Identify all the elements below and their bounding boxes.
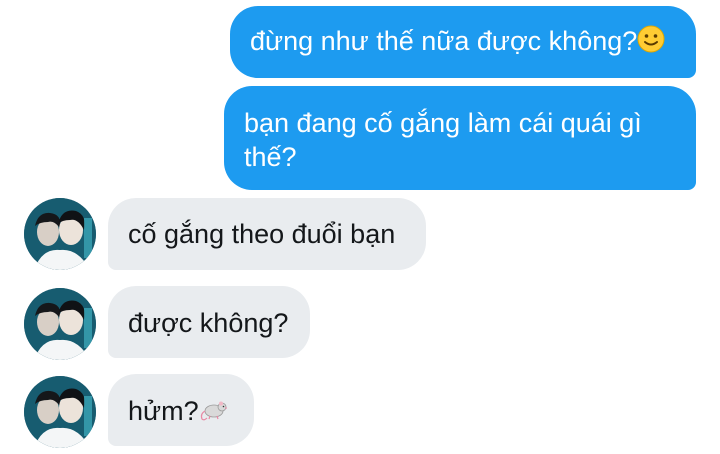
message-bubble-outgoing[interactable]: bạn đang cố gắng làm cái quái gì thế? <box>224 86 696 190</box>
message-bubble-outgoing[interactable]: đừng như thế nữa được không? <box>230 6 696 78</box>
message-text: được không? <box>128 308 289 338</box>
message-bubble-incoming[interactable]: được không? <box>108 286 310 358</box>
message-bubble-incoming[interactable]: cố gắng theo đuổi bạn <box>108 198 426 270</box>
rat-icon <box>199 396 229 430</box>
message-text: cố gắng theo đuổi bạn <box>128 219 396 249</box>
contact-avatar[interactable] <box>24 376 96 448</box>
message-text: đừng như thế nữa được không? <box>250 26 638 56</box>
message-bubble-incoming[interactable]: hửm? <box>108 374 254 446</box>
message-text: bạn đang cố gắng làm cái quái gì thế? <box>244 108 642 172</box>
contact-avatar[interactable] <box>24 288 96 360</box>
message-text: hửm? <box>128 396 199 426</box>
contact-avatar[interactable] <box>24 198 96 270</box>
slightly-smiling-face-icon <box>637 25 665 61</box>
